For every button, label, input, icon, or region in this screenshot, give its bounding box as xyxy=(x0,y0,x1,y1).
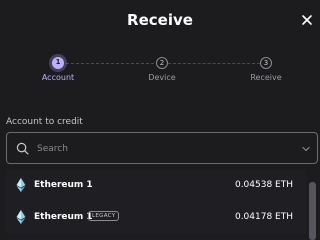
search-icon xyxy=(16,142,29,155)
ethereum-icon xyxy=(16,210,26,224)
list-scrollbar[interactable] xyxy=(309,182,316,240)
step-connector xyxy=(168,63,260,64)
step-connector xyxy=(66,63,154,64)
account-to-credit-label: Account to credit xyxy=(6,117,83,127)
account-balance: 0.04538 ETH xyxy=(234,180,293,190)
ethereum-icon xyxy=(16,178,26,192)
step-1-indicator: 1 xyxy=(52,57,64,69)
modal-title: Receive xyxy=(127,11,193,29)
stepper: 1 Account 2 Device 3 Receive xyxy=(0,57,320,87)
step-3-label: Receive xyxy=(250,73,282,82)
search-input[interactable] xyxy=(35,139,289,159)
step-2-indicator: 2 xyxy=(156,57,168,69)
receive-modal: Receive 1 Account 2 Device 3 Receive Acc… xyxy=(0,0,320,240)
chevron-down-icon[interactable] xyxy=(301,144,311,154)
step-3-indicator: 3 xyxy=(260,57,272,69)
account-row[interactable]: Ethereum 1 0.04538 ETH xyxy=(6,170,306,202)
account-name: Ethereum 1 xyxy=(34,180,93,190)
account-balance: 0.04178 ETH xyxy=(234,212,293,222)
account-row[interactable]: Ethereum 1 LEGACY 0.04178 ETH xyxy=(6,202,306,234)
account-name: Ethereum 1 xyxy=(34,212,93,222)
legacy-badge: LEGACY xyxy=(88,211,120,221)
account-list: Ethereum 1 0.04538 ETH Ethereum 1 LEGACY… xyxy=(6,170,306,240)
step-2-label: Device xyxy=(148,73,176,82)
account-select[interactable] xyxy=(6,132,318,164)
step-1-label: Account xyxy=(41,73,75,82)
close-icon[interactable] xyxy=(299,12,315,28)
